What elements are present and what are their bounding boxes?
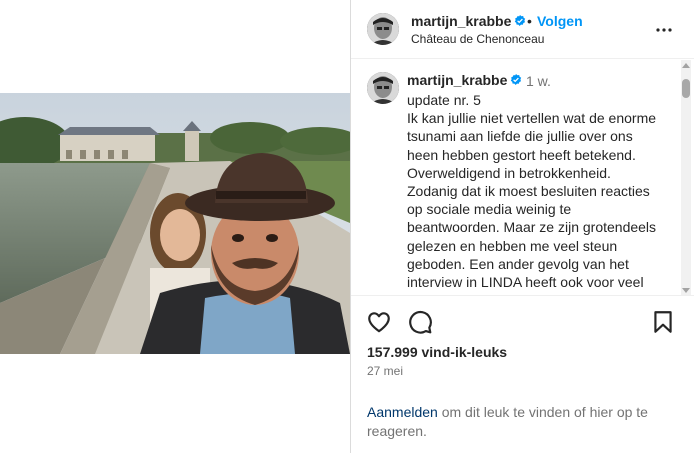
post-header: martijn_krabbe • Volgen Château de Cheno… xyxy=(351,0,694,59)
caption-avatar[interactable] xyxy=(367,72,399,104)
scroll-up-arrow-icon[interactable] xyxy=(682,63,690,68)
avatar[interactable] xyxy=(367,13,399,45)
verified-badge-icon xyxy=(511,74,522,85)
caption-section[interactable]: martijn_krabbe 1 w. update nr. 5 Ik kan … xyxy=(351,60,694,296)
avatar-image xyxy=(367,72,399,104)
avatar-image xyxy=(367,13,399,45)
more-options-icon[interactable] xyxy=(654,22,674,38)
post-photo[interactable] xyxy=(0,93,350,354)
post-sidebar: martijn_krabbe • Volgen Château de Cheno… xyxy=(350,0,694,453)
caption-text: update nr. 5 Ik kan jullie niet vertelle… xyxy=(407,92,657,295)
follow-button[interactable]: Volgen xyxy=(537,13,583,29)
verified-badge-icon xyxy=(515,15,526,26)
login-prompt: Aanmelden om dit leuk te vinden of hier … xyxy=(367,403,667,441)
action-bar xyxy=(351,297,694,347)
post-location[interactable]: Château de Chenonceau xyxy=(411,32,544,46)
heart-icon[interactable] xyxy=(366,309,392,335)
media-pane xyxy=(0,0,350,453)
scrollbar-thumb[interactable] xyxy=(682,79,690,98)
post-author-username[interactable]: martijn_krabbe xyxy=(411,13,526,29)
speech-bubble-icon[interactable] xyxy=(407,309,433,335)
scroll-down-arrow-icon[interactable] xyxy=(682,288,690,293)
caption-author-username[interactable]: martijn_krabbe xyxy=(407,72,522,88)
bookmark-icon[interactable] xyxy=(650,309,676,335)
login-link[interactable]: Aanmelden xyxy=(367,404,438,420)
username-text[interactable]: martijn_krabbe xyxy=(407,72,507,88)
likes-count[interactable]: 157.999 vind-ik-leuks xyxy=(367,344,507,360)
username-text[interactable]: martijn_krabbe xyxy=(411,13,511,29)
scrollbar[interactable] xyxy=(681,60,691,295)
post-date[interactable]: 27 mei xyxy=(367,364,403,378)
separator-dot: • xyxy=(527,13,532,29)
caption-timestamp[interactable]: 1 w. xyxy=(526,73,551,89)
